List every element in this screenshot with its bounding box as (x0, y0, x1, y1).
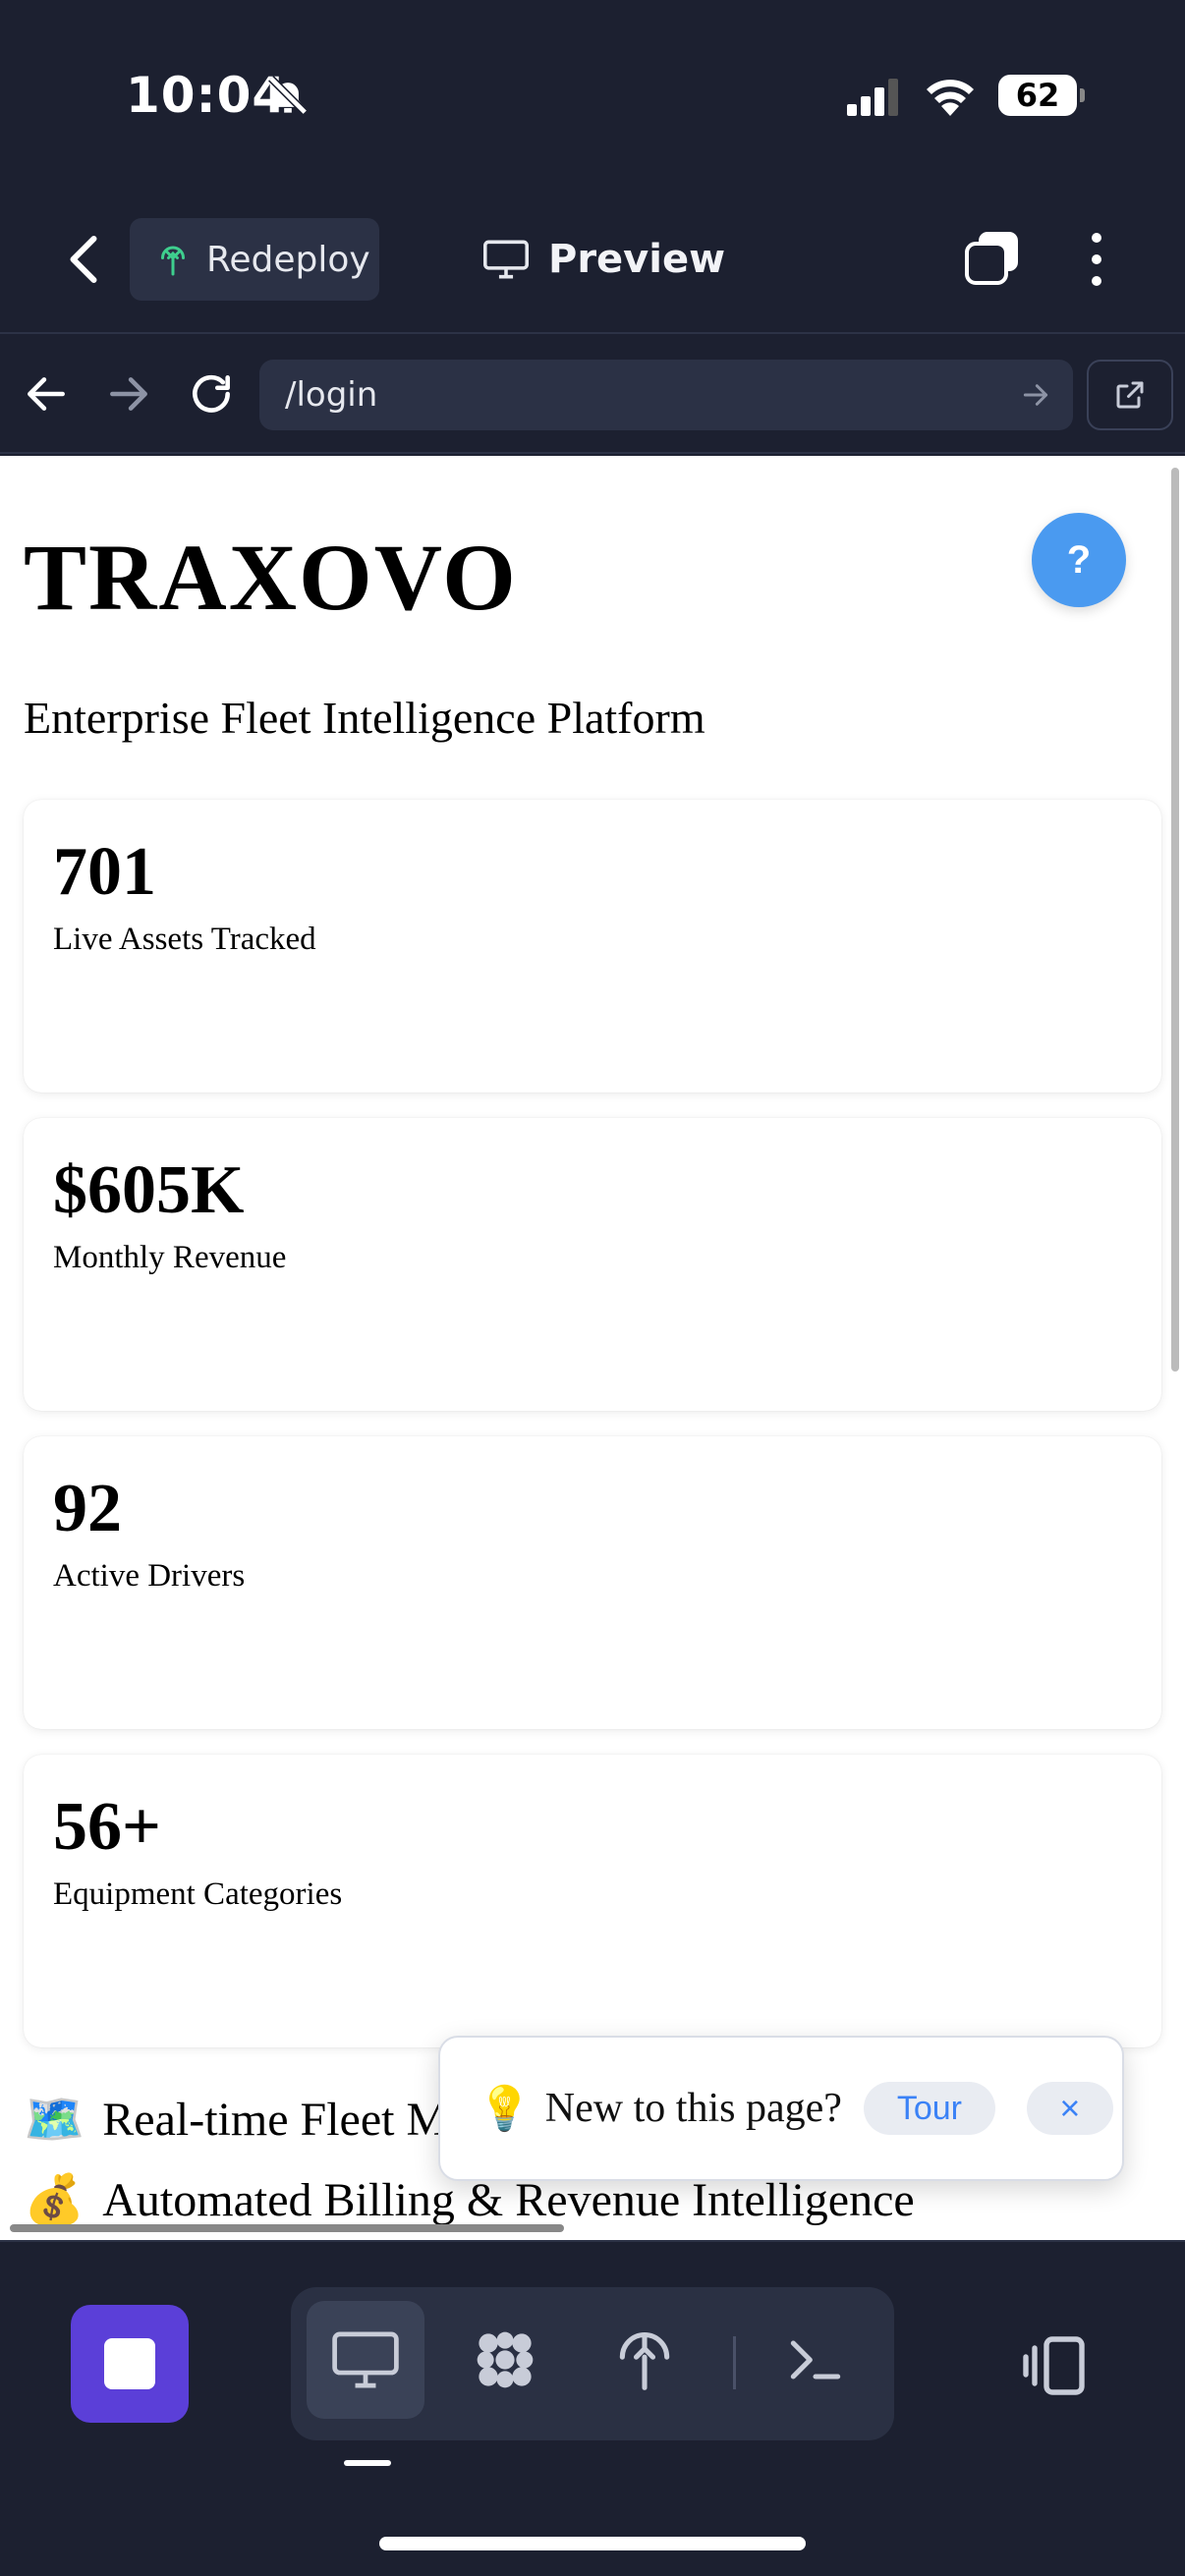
url-input[interactable]: /login (259, 360, 1073, 430)
stat-value: 56+ (53, 1789, 161, 1865)
deploy-tree-icon (619, 2331, 670, 2390)
stat-value: 92 (53, 1471, 122, 1546)
open-external-button[interactable] (1087, 360, 1173, 430)
preview-tab[interactable]: Preview (483, 228, 725, 291)
stat-value: $605K (53, 1152, 245, 1228)
browser-forward-icon[interactable] (104, 369, 153, 419)
wifi-icon (927, 80, 974, 116)
page-tagline: Enterprise Fleet Intelligence Platform (24, 693, 705, 743)
feature-text: Automated Billing & Revenue Intelligence (102, 2174, 915, 2226)
map-icon: 🗺️ (24, 2091, 85, 2148)
bottom-toolbar (0, 2240, 1185, 2576)
status-time: 10:04 (126, 67, 288, 124)
home-indicator (379, 2537, 806, 2550)
deploy-tree-icon (161, 246, 185, 276)
browser-url-row: /login (0, 336, 1185, 454)
help-button[interactable]: ? (1032, 513, 1126, 607)
stat-card-equipment: 56+ Equipment Categories (24, 1755, 1161, 2047)
side-panel-icon[interactable] (1020, 2330, 1091, 2401)
stat-value: 701 (53, 834, 156, 910)
browser-back-icon[interactable] (22, 369, 71, 419)
preview-label: Preview (548, 237, 726, 282)
stat-card-drivers: 92 Active Drivers (24, 1436, 1161, 1729)
monitor-icon (332, 2331, 399, 2388)
divider (733, 2336, 736, 2389)
tab-console[interactable] (757, 2301, 875, 2419)
stat-label: Monthly Revenue (53, 1240, 287, 1275)
more-options-icon[interactable] (1077, 228, 1116, 291)
app-header: Redeploy Preview (0, 196, 1185, 334)
stat-label: Equipment Categories (53, 1876, 343, 1912)
stat-label: Live Assets Tracked (53, 922, 316, 957)
tab-preview[interactable] (307, 2301, 424, 2419)
stat-label: Active Drivers (53, 1558, 246, 1594)
feature-item-fleet: 🗺️ Real-time Fleet M (24, 2091, 448, 2149)
bell-muted-icon (268, 76, 308, 115)
status-bar: 10:04 62 (0, 0, 1185, 196)
monitor-icon (483, 240, 529, 279)
cellular-signal-icon (847, 79, 898, 116)
page-title: TRAXOVO (24, 525, 518, 630)
battery-icon: 62 (998, 75, 1085, 116)
tour-question: New to this page? (544, 2086, 842, 2131)
back-chevron-icon[interactable] (59, 230, 108, 289)
redeploy-button[interactable]: Redeploy (130, 218, 379, 301)
money-bag-icon: 💰 (24, 2171, 85, 2228)
stat-card-assets: 701 Live Assets Tracked (24, 800, 1161, 1092)
tab-deploy[interactable] (586, 2301, 704, 2419)
terminal-icon (790, 2340, 841, 2380)
tour-prompt: 💡 New to this page? Tour × (438, 2036, 1124, 2181)
stop-button[interactable] (71, 2305, 189, 2423)
go-arrow-icon[interactable] (1020, 379, 1051, 411)
external-link-icon (1116, 381, 1144, 409)
vertical-scrollbar[interactable] (1171, 468, 1179, 1372)
lightbulb-icon: 💡 (478, 2084, 532, 2134)
active-tab-indicator (344, 2460, 391, 2466)
web-preview: TRAXOVO ? Enterprise Fleet Intelligence … (0, 456, 1185, 2240)
grid-blobs-icon (477, 2331, 534, 2388)
stop-icon (104, 2338, 155, 2389)
view-switcher (291, 2287, 894, 2440)
reload-icon[interactable] (187, 369, 236, 419)
tour-button[interactable]: Tour (863, 2082, 995, 2135)
tab-workspace[interactable] (446, 2301, 564, 2419)
multiple-windows-icon[interactable] (961, 228, 1024, 291)
stat-card-revenue: $605K Monthly Revenue (24, 1118, 1161, 1411)
redeploy-label: Redeploy (206, 239, 370, 280)
url-text: /login (285, 375, 378, 415)
close-tour-button[interactable]: × (1026, 2082, 1113, 2135)
horizontal-scrollbar[interactable] (10, 2224, 564, 2232)
feature-text: Real-time Fleet M (102, 2094, 449, 2146)
